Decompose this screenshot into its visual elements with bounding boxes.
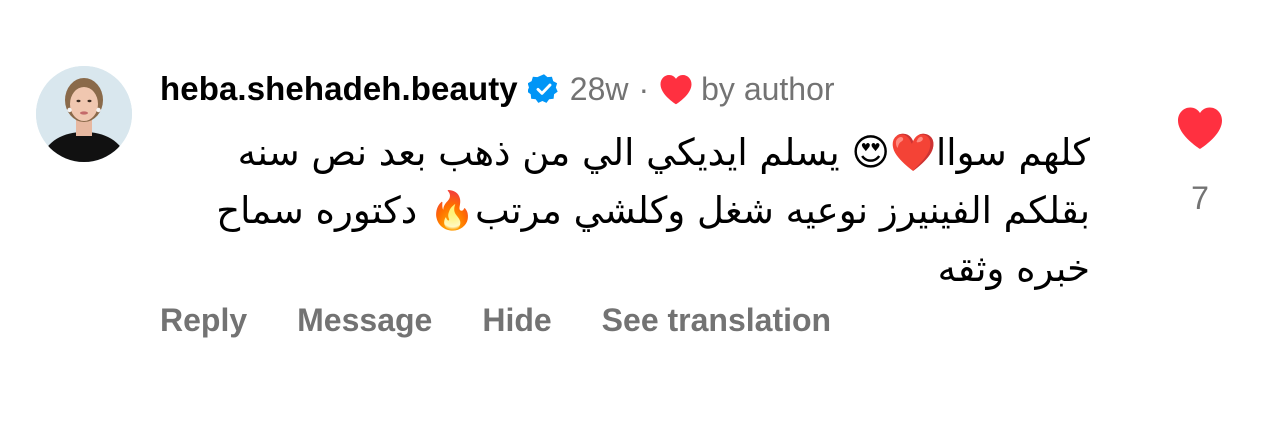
verified-badge-icon — [526, 73, 560, 105]
like-heart-icon[interactable] — [1176, 106, 1224, 150]
avatar[interactable] — [36, 66, 132, 162]
liked-by-author-label: by author — [701, 70, 835, 107]
like-count: 7 — [1191, 180, 1209, 216]
comment-text-line: بقلكم الفينيرز نوعيه شغل وكلشي مرتب🔥 دكت… — [216, 189, 1090, 232]
message-button[interactable]: Message — [297, 302, 432, 339]
see-translation-button[interactable]: See translation — [602, 302, 831, 339]
hide-button[interactable]: Hide — [482, 302, 551, 339]
separator-dot: · — [638, 70, 650, 107]
like-control: 7 — [1172, 106, 1228, 226]
heart-filled-icon — [659, 74, 693, 105]
comment-text: كلهم سواا❤️😍 يسلم ايديكي الي من ذهب بعد … — [160, 124, 1090, 298]
comment-text-line: كلهم سواا❤️😍 يسلم ايديكي الي من ذهب بعد … — [237, 131, 1090, 174]
comment-header: heba.shehadeh.beauty 28w · by author — [160, 66, 835, 112]
comment-item: heba.shehadeh.beauty 28w · by author كله… — [0, 0, 1270, 422]
comment-timestamp: 28w — [569, 70, 629, 107]
comment-actions: Reply Message Hide See translation — [160, 298, 831, 342]
reply-button[interactable]: Reply — [160, 302, 247, 339]
comment-text-line: خبره وثقه — [937, 247, 1090, 290]
username-link[interactable]: heba.shehadeh.beauty — [160, 70, 518, 108]
avatar-image — [36, 66, 132, 162]
